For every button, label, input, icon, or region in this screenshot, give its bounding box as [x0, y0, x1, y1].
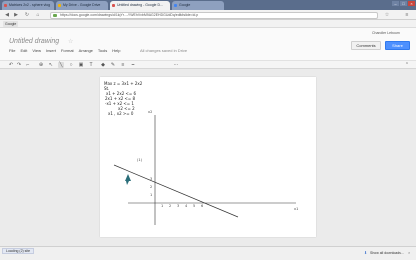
menu-tools[interactable]: Tools	[98, 48, 107, 54]
secure-lock-icon	[53, 13, 57, 17]
tab-label: Google	[179, 3, 191, 7]
x-tick-label: 5	[193, 204, 195, 208]
tab-favicon-icon	[174, 4, 177, 7]
border-dash-icon[interactable]: ┅	[130, 62, 136, 68]
close-window-icon[interactable]: ×	[408, 1, 415, 6]
paint-format-icon[interactable]: ⌐	[25, 62, 31, 68]
bookmarks-bar: Google	[0, 20, 416, 28]
zoom-icon[interactable]: ⊕	[38, 62, 44, 68]
share-button[interactable]: Share	[385, 41, 410, 50]
save-status: All changes saved in Drive	[140, 48, 188, 53]
y-axis-label: x2	[148, 110, 152, 114]
equation-line: Max z = 3x1 + 2x2	[104, 81, 143, 86]
drawing-toolbar: ↶ ↷ ⌐ ⊕ ↖ ╲ ○ ▣ T ◆ ✎ ≡ ┅ ⋯ ⌃	[0, 60, 416, 69]
browser-tab-active[interactable]: Untitled drawing - Google D...	[110, 1, 170, 10]
forward-icon[interactable]: ▶	[13, 12, 19, 18]
minimize-icon[interactable]: –	[392, 1, 399, 6]
x-axis-label: x1	[294, 207, 298, 211]
document-title[interactable]: Untitled drawing	[9, 38, 59, 45]
redo-icon[interactable]: ↷	[16, 62, 22, 68]
x-tick-label: 4	[185, 204, 188, 208]
maximize-icon[interactable]: □	[400, 1, 407, 6]
comments-button[interactable]: Comments	[351, 41, 381, 50]
loading-status: Loading (2) site	[2, 248, 35, 254]
browser-tab-strip: Matrices 2x2 - sphere vlog My Drive - Go…	[0, 0, 416, 10]
tab-favicon-icon	[112, 4, 115, 7]
x-tick-label: 2	[169, 204, 171, 208]
user-account[interactable]: Chandler Leboum	[372, 31, 400, 35]
line-icon[interactable]: ╲	[58, 62, 64, 68]
menu-help[interactable]: Help	[112, 48, 120, 54]
y-tick-label: 2	[150, 185, 152, 189]
menu-format[interactable]: Format	[61, 48, 74, 54]
region-label: (1)	[137, 158, 143, 162]
x-tick-label: 6	[201, 204, 203, 208]
x-tick-label: 1	[161, 204, 163, 208]
fill-icon[interactable]: ◆	[100, 62, 106, 68]
cursor-icon	[125, 174, 131, 185]
shape-icon[interactable]: ○	[68, 62, 74, 68]
more-icon[interactable]: ⋯	[173, 62, 179, 68]
download-arrow-icon: ⬇	[364, 250, 368, 255]
settings-wrench-icon[interactable]: ≡	[404, 12, 410, 18]
menu-insert[interactable]: Insert	[46, 48, 56, 54]
select-icon[interactable]: ↖	[48, 62, 54, 68]
browser-tab[interactable]: Google	[172, 1, 224, 10]
tab-label: Untitled drawing - Google D...	[117, 3, 163, 7]
show-downloads-link[interactable]: Show all downloads...	[370, 251, 404, 255]
url-text: https://docs.google.com/drawings/d/1lqYr…	[60, 12, 199, 17]
canvas-workspace: Max z = 3x1 + 2x2 St. x1 + 2x2 <= 6 2x1 …	[0, 69, 416, 246]
tab-favicon-icon	[4, 4, 7, 7]
drawing-svg: Max z = 3x1 + 2x2 St. x1 + 2x2 <= 6 2x1 …	[104, 81, 298, 225]
tab-label: My Drive - Google Drive	[63, 3, 101, 7]
address-bar[interactable]: https://docs.google.com/drawings/d/1lqYr…	[50, 11, 378, 19]
y-tick-label: 1	[150, 193, 152, 197]
border-color-icon[interactable]: ✎	[110, 62, 116, 68]
tab-favicon-icon	[58, 4, 61, 7]
equation-line: x1 , x2 >= 0	[108, 111, 134, 116]
menu-edit[interactable]: Edit	[20, 48, 27, 54]
image-icon[interactable]: ▣	[78, 62, 84, 68]
home-icon[interactable]: ⌂	[35, 12, 41, 18]
bookmark-google[interactable]: Google	[3, 21, 19, 27]
status-bar: Loading (2) site ⬇ Show all downloads...…	[0, 246, 416, 260]
drawing-canvas[interactable]: Max z = 3x1 + 2x2 St. x1 + 2x2 <= 6 2x1 …	[100, 77, 316, 237]
menu-bar: File Edit View Insert Format Arrange Too…	[9, 48, 120, 54]
border-weight-icon[interactable]: ≡	[120, 62, 126, 68]
browser-nav-bar: ◀ ▶ ↻ ⌂ https://docs.google.com/drawings…	[0, 10, 416, 20]
collapse-icon[interactable]: ⌃	[404, 62, 410, 68]
star-icon[interactable]: ☆	[68, 38, 73, 45]
undo-icon[interactable]: ↶	[8, 62, 14, 68]
text-icon[interactable]: T	[88, 62, 94, 68]
menu-file[interactable]: File	[9, 48, 15, 54]
browser-tab[interactable]: Matrices 2x2 - sphere vlog	[2, 1, 54, 10]
tab-label: Matrices 2x2 - sphere vlog	[9, 3, 51, 7]
screen: Matrices 2x2 - sphere vlog My Drive - Go…	[0, 0, 416, 260]
menu-view[interactable]: View	[32, 48, 41, 54]
browser-tab[interactable]: My Drive - Google Drive	[56, 1, 108, 10]
docs-header: Untitled drawing ☆ File Edit View Insert…	[0, 28, 416, 60]
back-icon[interactable]: ◀	[4, 12, 10, 18]
close-downloads-icon[interactable]: ×	[408, 250, 410, 255]
constraint-line[interactable]	[113, 164, 239, 218]
menu-arrange[interactable]: Arrange	[79, 48, 93, 54]
x-tick-label: 3	[177, 204, 179, 208]
reload-icon[interactable]: ↻	[24, 12, 30, 18]
bookmark-star-icon[interactable]: ☆	[384, 12, 390, 18]
